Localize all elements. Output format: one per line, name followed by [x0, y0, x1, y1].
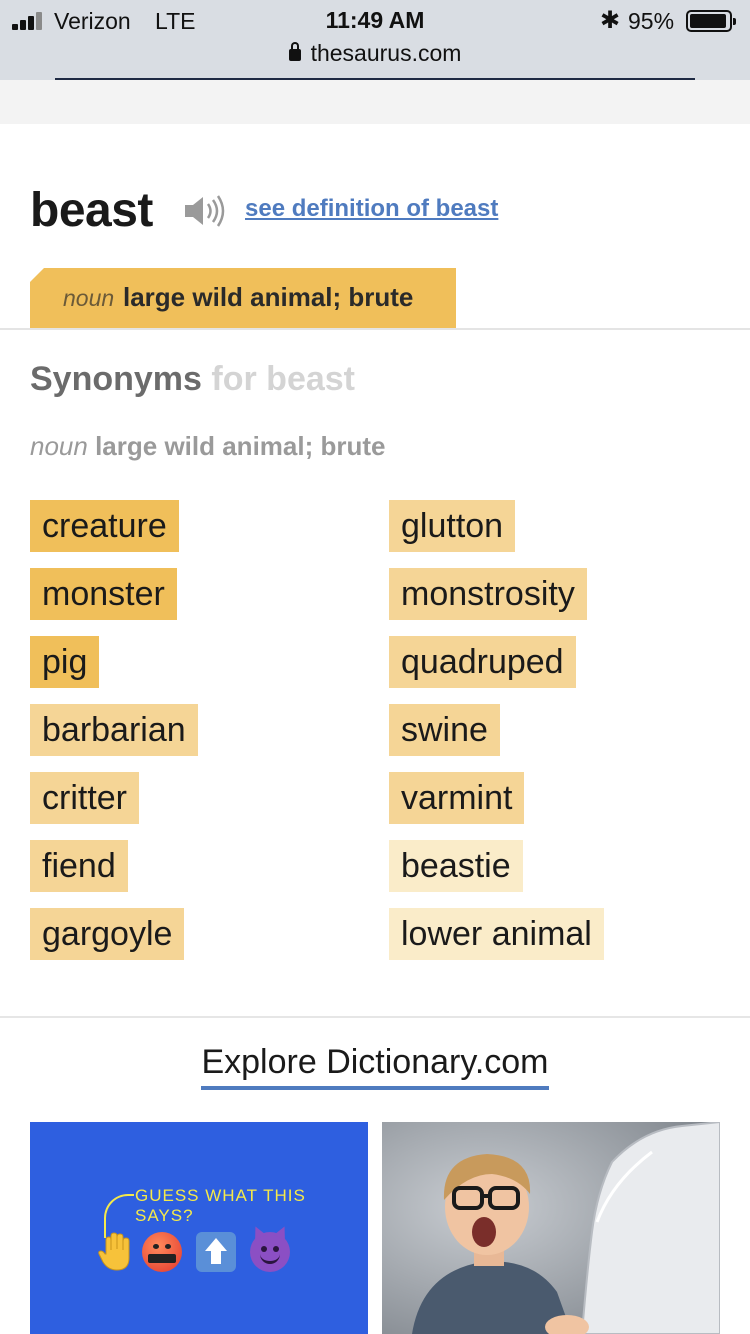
synonym-link[interactable]: barbarian [30, 704, 198, 756]
bluetooth-icon: ✱ [600, 7, 621, 34]
synonym-link[interactable]: varmint [389, 772, 525, 824]
synonyms-heading-label: Synonyms [30, 360, 202, 398]
sense-tab[interactable]: noun large wild animal; brute [30, 268, 456, 328]
battery-percent: 95% [628, 8, 675, 34]
status-bar: Verizon LTE 11:49 AM ✱ 95% thesaurus.com [0, 0, 750, 80]
see-definition-link[interactable]: see definition of beast [245, 195, 498, 223]
explore-section-title[interactable]: Explore Dictionary.com [0, 1043, 750, 1090]
synonym-link[interactable]: monstrosity [389, 568, 587, 620]
synonym-link[interactable]: beastie [389, 840, 523, 892]
synonym-link[interactable]: lower animal [389, 908, 604, 960]
explore-title-text: Explore Dictionary.com [201, 1043, 549, 1090]
synonym-link[interactable]: monster [30, 568, 177, 620]
synonym-link[interactable]: quadruped [389, 636, 576, 688]
synonym-link[interactable]: gargoyle [30, 908, 185, 960]
promo-card-emoji-quiz[interactable]: GUESS WHAT THIS SAYS? [30, 1122, 368, 1334]
divider [0, 1016, 750, 1018]
sense-definition: large wild animal; brute [95, 431, 386, 461]
sense-description: noun large wild animal; brute [30, 431, 385, 462]
synonyms-heading: Synonyms for beast [30, 360, 355, 399]
promo-card-caption: GUESS WHAT THIS SAYS? [135, 1186, 306, 1225]
synonym-link[interactable]: fiend [30, 840, 128, 892]
up-arrow-icon [196, 1232, 236, 1272]
synonym-link[interactable]: swine [389, 704, 500, 756]
surprised-boy-laptop-image [382, 1122, 720, 1334]
speaker-icon[interactable] [183, 193, 227, 229]
entry-word: beast [30, 184, 153, 237]
synonym-link[interactable]: glutton [389, 500, 516, 552]
battery-icon [686, 10, 736, 32]
synonym-link[interactable]: critter [30, 772, 139, 824]
lock-icon [288, 42, 301, 61]
sense-tab-pos: noun [63, 285, 115, 311]
header-spacer [0, 80, 750, 124]
sense-tab-definition: large wild animal; brute [123, 282, 414, 312]
divider [0, 328, 750, 330]
cursing-face-icon [142, 1232, 182, 1272]
address-bar[interactable]: thesaurus.com [0, 40, 750, 67]
synonyms-heading-suffix: for beast [211, 360, 355, 398]
synonym-link[interactable]: creature [30, 500, 179, 552]
raised-hand-icon [98, 1232, 130, 1271]
url-text: thesaurus.com [310, 40, 462, 66]
promo-card-photo[interactable] [382, 1122, 720, 1334]
smiling-devil-icon [250, 1224, 290, 1272]
sense-pos: noun [30, 431, 88, 461]
synonym-link[interactable]: pig [30, 636, 100, 688]
